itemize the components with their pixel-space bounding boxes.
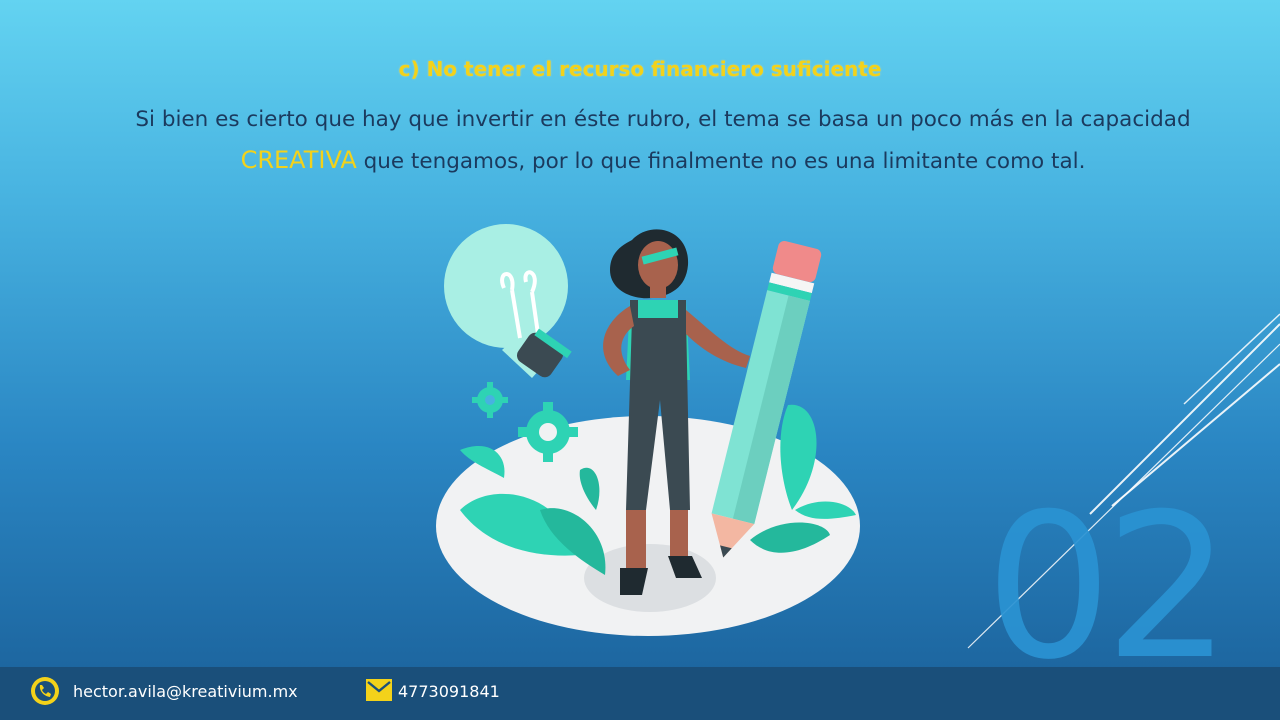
paragraph-line-2: que tengamos, por lo que finalmente no e… xyxy=(356,149,1086,174)
footer-phone[interactable]: 4773091841 xyxy=(398,682,500,701)
slide-heading: c) No tener el recurso financiero sufici… xyxy=(398,57,882,81)
footer-bar: hector.avila@kreativium.mx 4773091841 xyxy=(0,667,1280,720)
footer-email[interactable]: hector.avila@kreativium.mx xyxy=(73,682,298,701)
gear-small-icon xyxy=(472,382,508,418)
slide: c) No tener el recurso financiero sufici… xyxy=(0,0,1280,720)
illustration-woman-pencil-lightbulb xyxy=(436,224,860,636)
highlight-creativa: CREATIVA xyxy=(240,146,357,174)
slide-paragraph: Si bien es cierto que hay que invertir e… xyxy=(110,100,1216,182)
phone-icon xyxy=(31,677,59,705)
lightbulb-icon xyxy=(444,224,572,378)
paragraph-line-1: Si bien es cierto que hay que invertir e… xyxy=(135,107,1191,132)
slide-number: 02 xyxy=(985,471,1231,704)
mail-icon xyxy=(366,679,392,701)
